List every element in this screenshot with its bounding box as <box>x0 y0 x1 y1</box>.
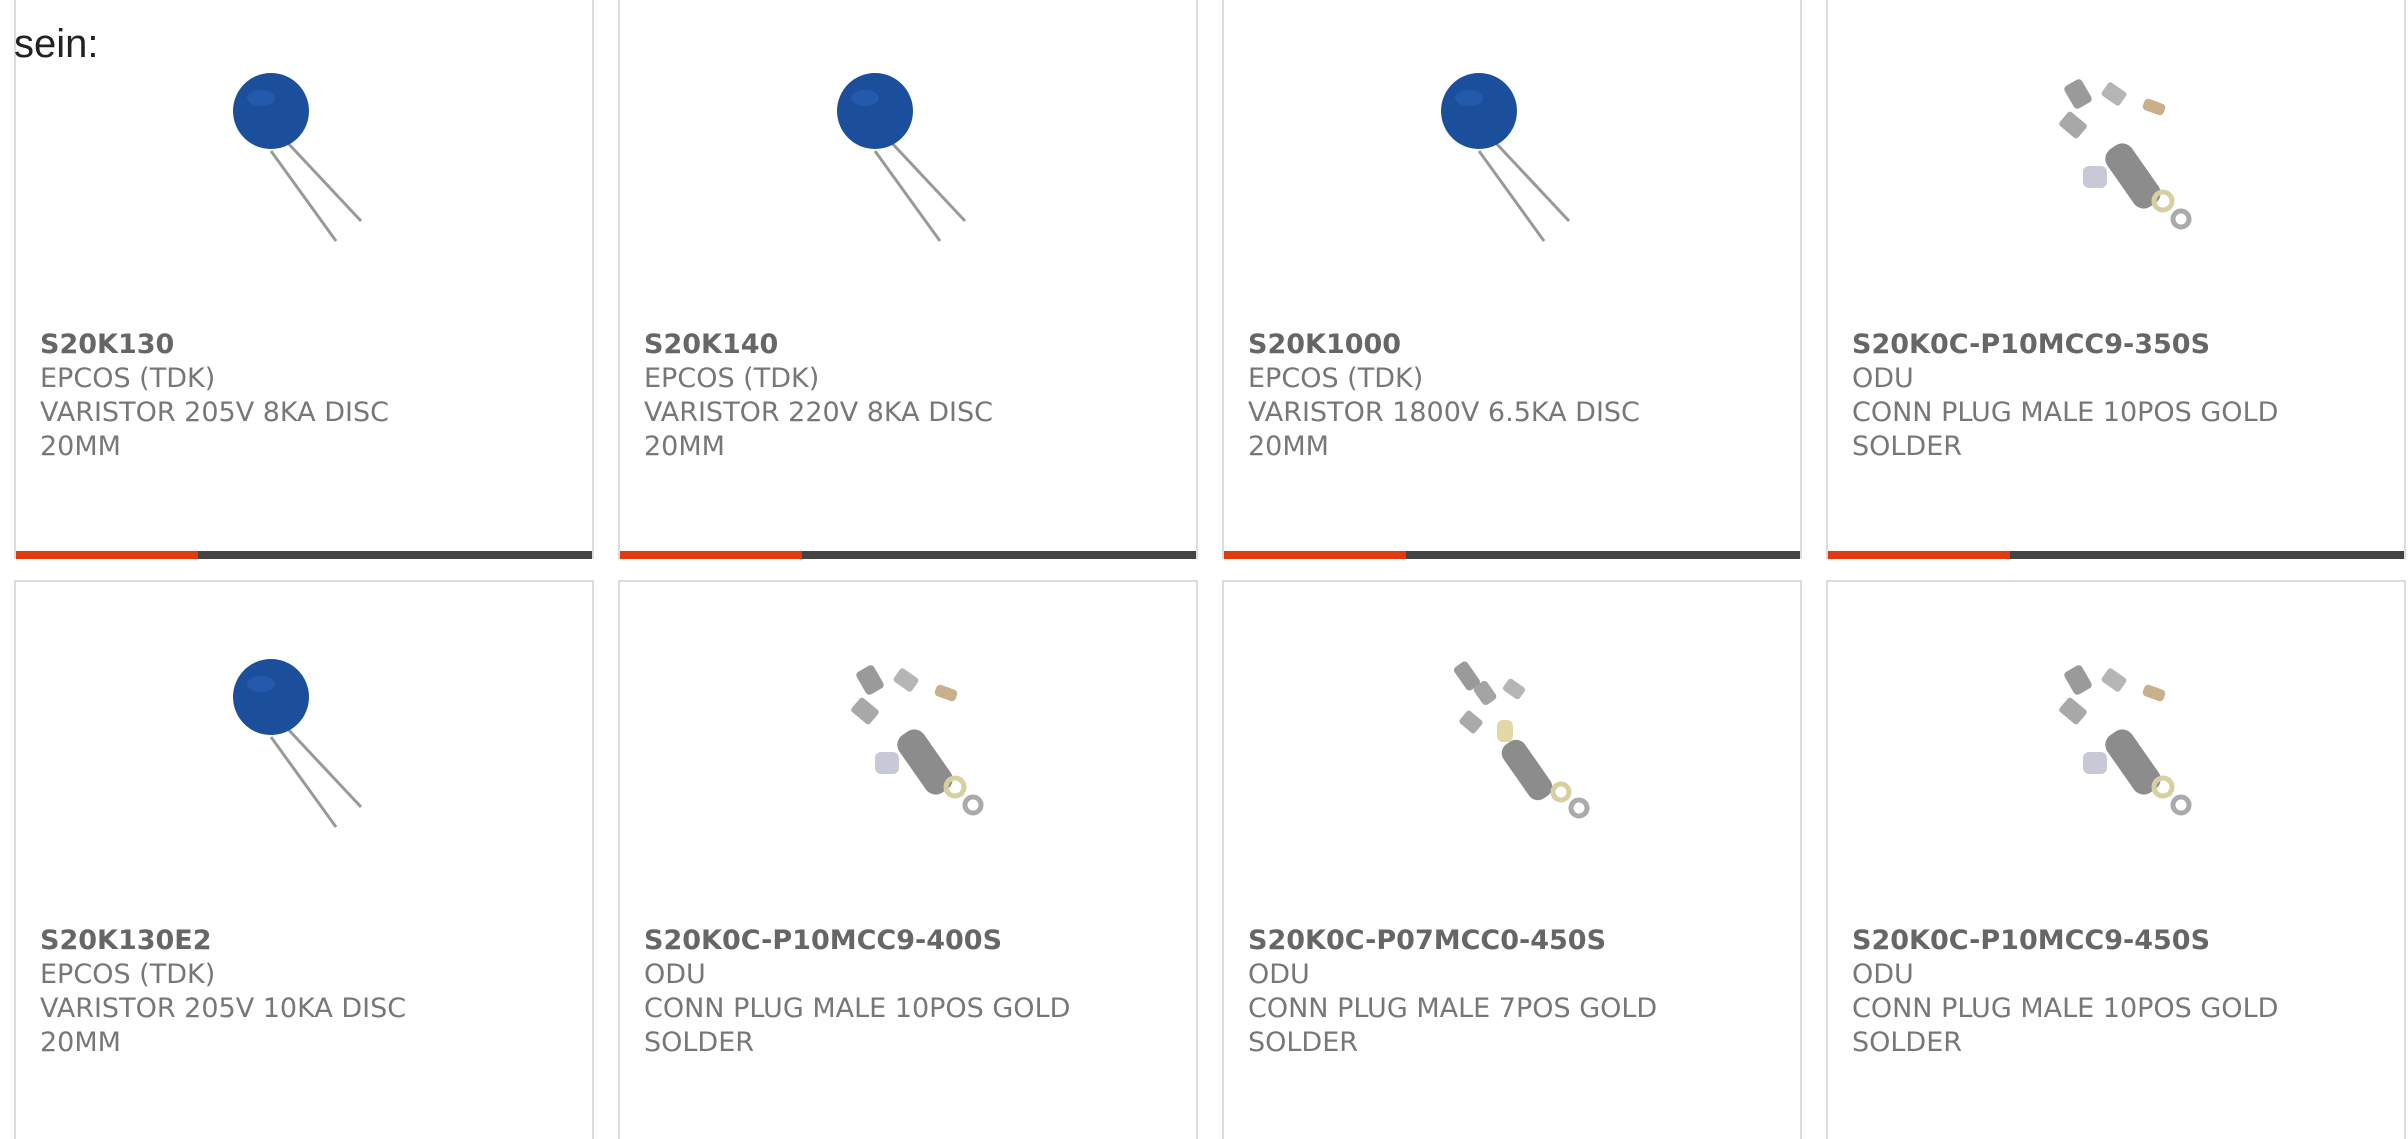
part-number[interactable]: S20K140 <box>644 328 1164 362</box>
manufacturer: EPCOS (TDK) <box>644 363 820 394</box>
product-card[interactable]: S20K130E2 EPCOS (TDK) VARISTOR 205V 10KA… <box>14 580 594 1139</box>
manufacturer: ODU <box>1248 959 1310 990</box>
product-card[interactable]: S20K0C-P10MCC9-350S ODU CONN PLUG MALE 1… <box>1826 0 2406 559</box>
card-bottom-bar <box>620 551 1196 559</box>
varistor-disc-icon <box>1414 56 1624 256</box>
varistor-disc-icon <box>206 56 416 256</box>
part-number[interactable]: S20K130E2 <box>40 924 560 958</box>
description: CONN PLUG MALE 10POS GOLD SOLDER <box>644 993 1071 1058</box>
card-bottom-bar <box>1828 551 2404 559</box>
varistor-disc-icon <box>810 56 1020 256</box>
manufacturer: EPCOS (TDK) <box>40 959 216 990</box>
intro-text: sein: <box>14 22 99 66</box>
description: VARISTOR 1800V 6.5KA DISC 20MM <box>1248 397 1640 462</box>
manufacturer: ODU <box>1852 363 1914 394</box>
product-card[interactable]: S20K0C-P07MCC0-450S ODU CONN PLUG MALE 7… <box>1222 580 1802 1139</box>
part-number[interactable]: S20K0C-P10MCC9-400S <box>644 924 1164 958</box>
manufacturer: ODU <box>644 959 706 990</box>
description: VARISTOR 220V 8KA DISC 20MM <box>644 397 993 462</box>
product-card[interactable]: S20K0C-P10MCC9-400S ODU CONN PLUG MALE 1… <box>618 580 1198 1139</box>
part-number[interactable]: S20K1000 <box>1248 328 1768 362</box>
product-card[interactable]: S20K1000 EPCOS (TDK) VARISTOR 1800V 6.5K… <box>1222 0 1802 559</box>
card-bottom-bar <box>16 551 592 559</box>
manufacturer: EPCOS (TDK) <box>1248 363 1424 394</box>
card-bottom-bar <box>1224 551 1800 559</box>
product-card[interactable]: S20K130 EPCOS (TDK) VARISTOR 205V 8KA DI… <box>14 0 594 559</box>
part-number[interactable]: S20K0C-P10MCC9-450S <box>1852 924 2372 958</box>
product-card[interactable]: S20K0C-P10MCC9-450S ODU CONN PLUG MALE 1… <box>1826 580 2406 1139</box>
part-number[interactable]: S20K130 <box>40 328 560 362</box>
product-grid: S20K130 EPCOS (TDK) VARISTOR 205V 8KA DI… <box>0 0 2408 1139</box>
description: VARISTOR 205V 8KA DISC 20MM <box>40 397 389 462</box>
part-number[interactable]: S20K0C-P10MCC9-350S <box>1852 328 2372 362</box>
description: CONN PLUG MALE 7POS GOLD SOLDER <box>1248 993 1658 1058</box>
description: VARISTOR 205V 10KA DISC 20MM <box>40 993 407 1058</box>
manufacturer: EPCOS (TDK) <box>40 363 216 394</box>
varistor-disc-icon <box>206 642 416 842</box>
connector-parts-icon <box>810 642 1020 842</box>
manufacturer: ODU <box>1852 959 1914 990</box>
description: CONN PLUG MALE 10POS GOLD SOLDER <box>1852 993 2279 1058</box>
description: CONN PLUG MALE 10POS GOLD SOLDER <box>1852 397 2279 462</box>
part-number[interactable]: S20K0C-P07MCC0-450S <box>1248 924 1768 958</box>
connector-parts-icon <box>2018 56 2228 256</box>
connector-parts-icon <box>2018 642 2228 842</box>
product-card[interactable]: S20K140 EPCOS (TDK) VARISTOR 220V 8KA DI… <box>618 0 1198 559</box>
connector-parts-icon <box>1414 642 1624 842</box>
